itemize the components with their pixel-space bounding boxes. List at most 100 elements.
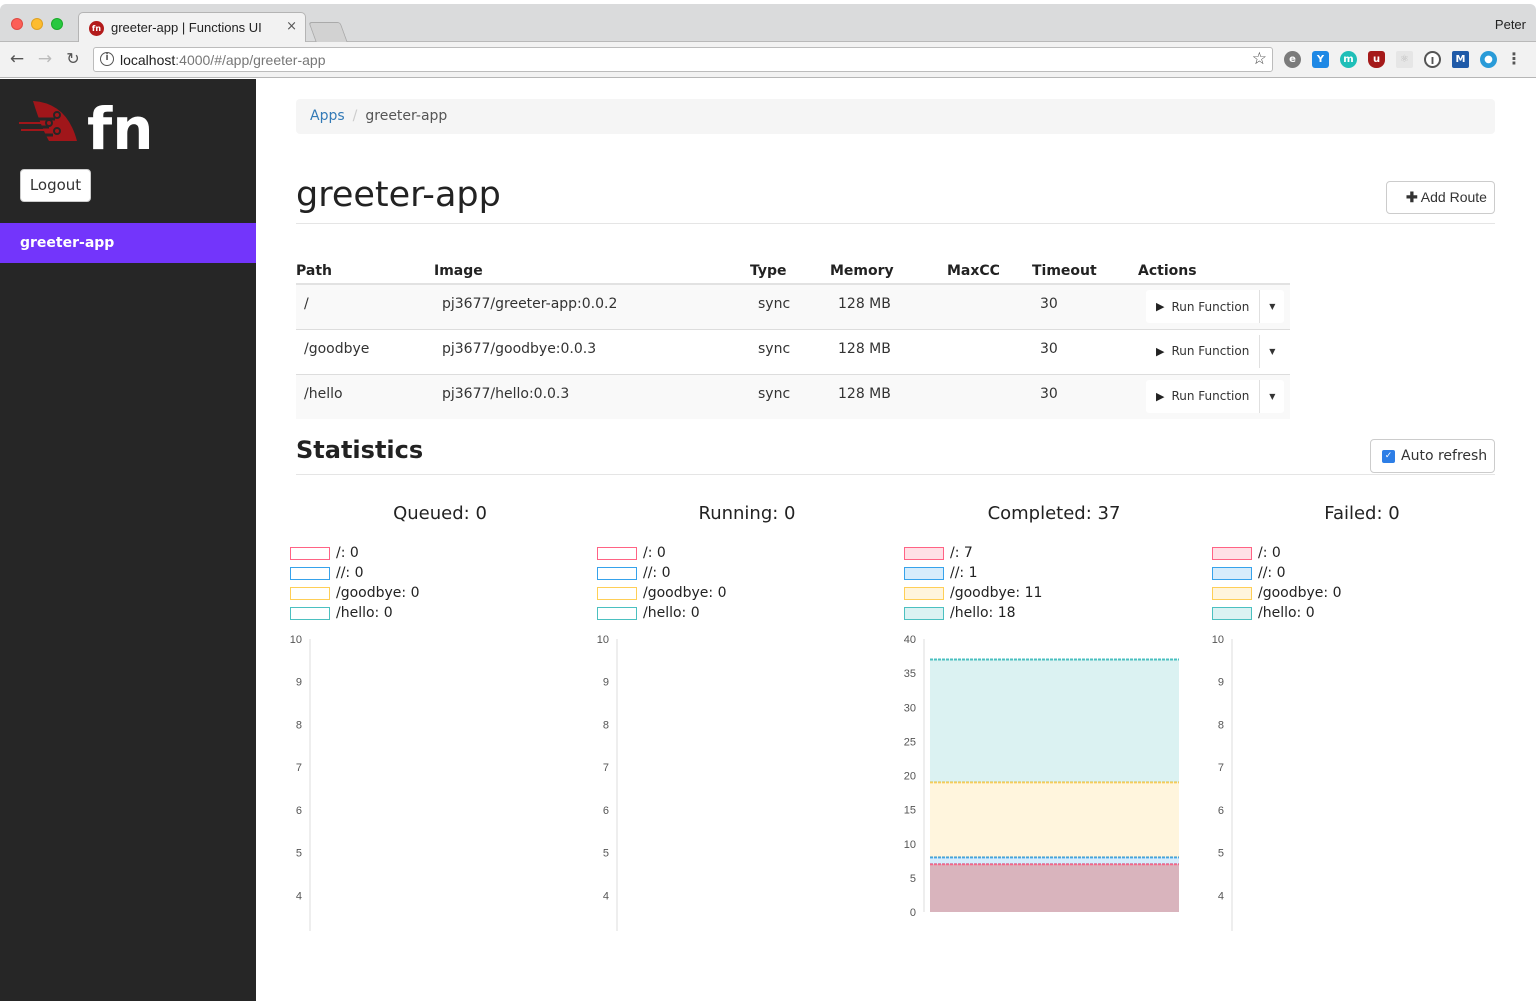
svg-text:fn: fn [87,97,151,151]
y-tick-label: 35 [904,668,916,680]
legend-item[interactable]: /goodbye: 0 [1212,584,1341,604]
y-tick-label: 6 [603,805,609,817]
browser-toolbar: ← → ↻ i localhost:4000/#/app/greeter-app… [0,42,1536,78]
chart-plot: 40 35 30 25 20 15 10 5 0 [904,634,1179,919]
legend-swatch [597,587,637,600]
area-hello [930,659,1179,783]
legend-item[interactable]: /: 0 [597,544,726,564]
mcafee-icon[interactable]: M [1452,51,1469,68]
url-text[interactable]: localhost:4000/#/app/greeter-app [120,52,326,68]
legend-item[interactable]: //: 0 [1212,564,1341,584]
y-tick-label: 10 [597,634,609,646]
forward-arrow-icon[interactable]: → [35,49,55,69]
auto-refresh-checkbox[interactable]: ✓ [1382,450,1395,463]
react-devtools-icon[interactable]: ⚛ [1396,51,1413,68]
plus-icon: ✚ [1406,189,1418,205]
legend-item[interactable]: //: 1 [904,564,1042,584]
auto-refresh-toggle[interactable]: ✓ Auto refresh [1370,439,1495,473]
legend-item[interactable]: /hello: 0 [1212,604,1341,624]
browser-tab-active[interactable]: fn greeter-app | Functions UI × [78,12,306,43]
y-tick-label: 5 [1218,848,1224,860]
legend-item[interactable]: //: 0 [597,564,726,584]
legend-item[interactable]: /goodbye: 11 [904,584,1042,604]
legend-item[interactable]: /: 0 [1212,544,1341,564]
chart-title: Completed: 37 [987,503,1121,524]
legend-swatch [904,567,944,580]
legend-label: /: 0 [1258,545,1281,561]
legend-item[interactable]: /goodbye: 0 [290,584,419,604]
statistics-divider [296,474,1495,475]
legend-swatch [904,607,944,620]
run-function-button[interactable]: ▶ Run Function [1146,379,1261,413]
legend-item[interactable]: /goodbye: 0 [597,584,726,604]
run-function-button[interactable]: ▶ Run Function [1146,334,1261,368]
legend-item[interactable]: /hello: 0 [290,604,419,624]
add-route-button[interactable]: ✚ Add Route [1386,181,1495,214]
route-path: / [296,283,434,329]
breadcrumb-apps-link[interactable]: Apps [310,108,345,124]
routes-table: Path Image Type Memory MaxCC Timeout Act… [296,263,1290,419]
breadcrumb-current: greeter-app [365,108,448,124]
legend-item[interactable]: //: 0 [290,564,419,584]
legend-swatch [597,567,637,580]
route-maxcc [947,328,1032,374]
reload-icon[interactable]: ↻ [63,49,83,69]
legend-item[interactable]: /: 7 [904,544,1042,564]
legend-swatch [1212,547,1252,560]
caret-down-icon[interactable]: ▼ [1260,290,1284,323]
maximize-window-button[interactable] [51,18,63,30]
1password-icon[interactable]: I [1424,51,1441,68]
back-arrow-icon[interactable]: ← [7,49,27,69]
route-actions: ▶ Run Function ▼ [1138,328,1290,374]
ublock-icon[interactable]: u [1368,51,1385,68]
info-icon[interactable]: i [100,52,114,66]
chart-title: Running: 0 [698,503,796,524]
add-route-label: Add Route [1420,189,1487,205]
m-icon[interactable]: m [1340,51,1357,68]
vue-devtools-icon[interactable]: Y [1312,51,1329,68]
profile-name[interactable]: Peter [1495,17,1526,32]
legend-swatch [1212,587,1252,600]
bookmark-star-icon[interactable]: ☆ [1252,49,1267,69]
minimize-window-button[interactable] [31,18,43,30]
title-divider [296,223,1495,224]
route-type: sync [750,373,830,419]
y-tick-label: 7 [603,762,609,774]
route-type: sync [750,328,830,374]
close-window-button[interactable] [11,18,23,30]
play-icon: ▶ [1156,300,1165,313]
browser-menu-icon[interactable]: ⋮ [1506,49,1522,68]
chart-title: Failed: 0 [1324,503,1400,524]
legend-swatch [597,547,637,560]
y-tick-label: 4 [1218,890,1224,902]
legend-label: //: 0 [643,565,671,581]
fn-favicon-icon: fn [89,21,104,36]
caret-down-icon[interactable]: ▼ [1260,335,1284,368]
route-image: pj3677/hello:0.0.3 [434,373,750,419]
chart-plot: 109876543 [290,634,311,931]
sidebar: fn Logout greeter-app [0,79,256,1001]
chart-legend: /: 0 //: 0/goodbye: 0/hello: 0 [1212,544,1341,624]
tab-close-icon[interactable]: × [286,19,297,34]
play-icon: ▶ [1156,389,1165,403]
col-timeout: Timeout [1032,263,1138,285]
chart-plot: 109876543 [1212,634,1233,931]
run-function-button[interactable]: ▶ Run Function [1146,290,1261,323]
col-type: Type [750,263,830,285]
y-tick-label: 5 [296,848,302,860]
caret-down-icon[interactable]: ▼ [1260,380,1284,413]
legend-label: /goodbye: 0 [1258,585,1342,601]
y-tick-label: 9 [1218,677,1224,689]
legend-item[interactable]: /hello: 18 [904,604,1042,624]
y-tick-label: 8 [296,719,302,731]
legend-label: /goodbye: 0 [643,585,727,601]
new-tab-button[interactable] [308,22,348,42]
eye-icon[interactable]: ● [1480,51,1497,68]
fn-logo[interactable]: fn [19,97,151,151]
address-bar[interactable]: i localhost:4000/#/app/greeter-app ☆ [93,47,1273,72]
evernote-icon[interactable]: e [1284,51,1301,68]
logout-button[interactable]: Logout [20,169,91,202]
legend-item[interactable]: /: 0 [290,544,419,564]
legend-item[interactable]: /hello: 0 [597,604,726,624]
sidebar-item-greeter-app[interactable]: greeter-app [0,223,256,263]
